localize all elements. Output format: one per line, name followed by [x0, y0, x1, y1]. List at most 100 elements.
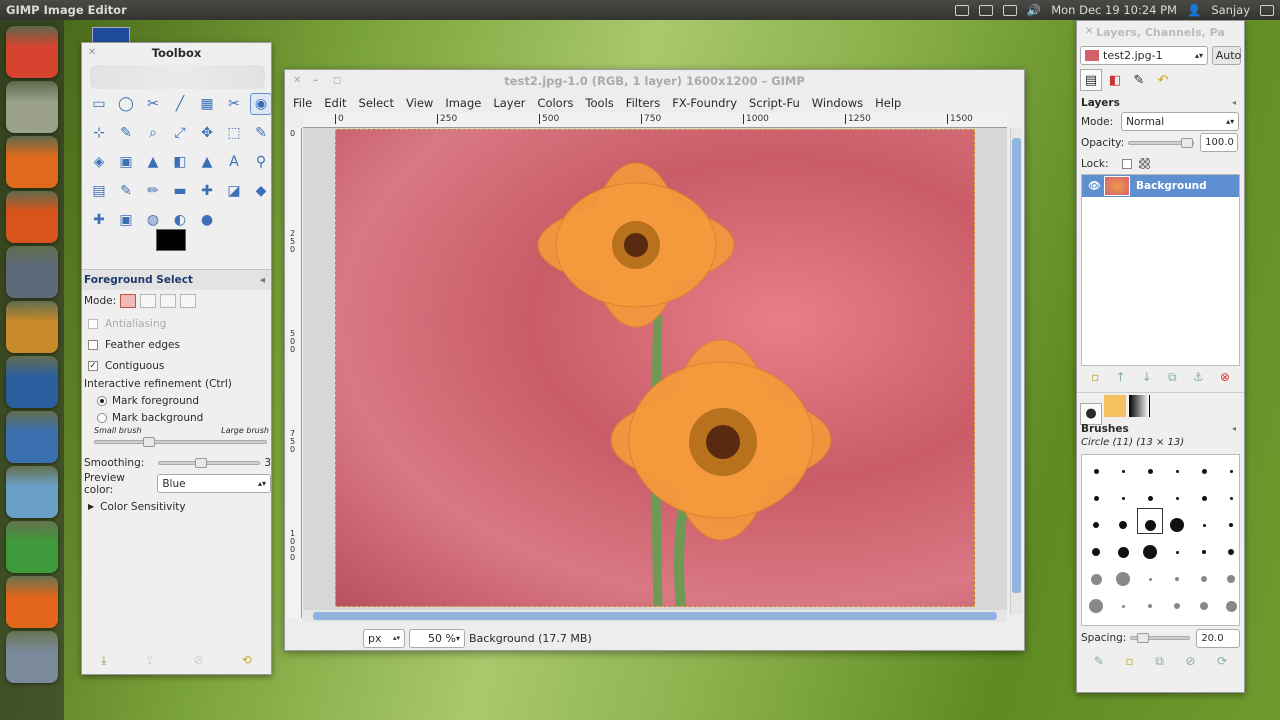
vertical-ruler[interactable]: 0 2 5 0 5 0 0 7 5 0 1 0 0 0 [287, 128, 302, 618]
menu-tools[interactable]: Tools [579, 96, 619, 110]
close-icon[interactable]: ✕ [1085, 26, 1093, 37]
menu-edit[interactable]: Edit [318, 96, 352, 110]
color-sensitivity-expander[interactable]: ▶ Color Sensitivity [82, 496, 271, 517]
eye-icon[interactable]: 👁 [1088, 181, 1101, 192]
antialiasing-row[interactable]: Antialiasing [82, 313, 271, 334]
session-icon[interactable] [1260, 4, 1274, 16]
channels-tab-icon[interactable]: ◧ [1104, 69, 1126, 91]
menu-colors[interactable]: Colors [531, 96, 579, 110]
spacing-slider[interactable] [1130, 633, 1191, 643]
brush-item[interactable] [1089, 599, 1103, 613]
brush-item[interactable] [1093, 522, 1099, 528]
mode-replace-button[interactable] [120, 293, 137, 308]
mail-icon[interactable] [978, 4, 993, 16]
brush-item[interactable] [1093, 495, 1099, 501]
menu-scriptfu[interactable]: Script-Fu [743, 96, 806, 110]
anchor-icon[interactable]: ⚓ [1193, 370, 1204, 384]
refresh-brushes-icon[interactable]: ⟳ [1217, 654, 1227, 668]
layers-tab-icon[interactable]: ▤ [1080, 69, 1102, 91]
home-folder-icon[interactable] [6, 81, 58, 133]
tool-button-30[interactable]: ◍ [142, 209, 164, 231]
brush-item[interactable] [1093, 468, 1099, 474]
brush-item[interactable] [1200, 602, 1208, 610]
brush-item[interactable] [1229, 496, 1233, 500]
synaptic-icon[interactable] [6, 246, 58, 298]
volume-icon[interactable]: 🔊 [1027, 3, 1041, 17]
lock-pixels-checkbox[interactable] [1122, 158, 1133, 169]
brush-size-knob[interactable] [143, 437, 155, 447]
brush-item[interactable] [1225, 600, 1237, 612]
spacing-input[interactable]: 20.0 [1196, 628, 1241, 648]
user-name[interactable]: Sanjay [1211, 3, 1250, 17]
unit-select[interactable]: px ▴▾ [363, 628, 405, 648]
tool-button-0[interactable]: ▭ [88, 93, 110, 115]
maximize-icon[interactable]: ◻ [333, 75, 341, 86]
brush-item[interactable] [1229, 469, 1233, 473]
brush-item[interactable] [1116, 572, 1130, 586]
color-swatches[interactable] [154, 229, 200, 263]
new-brush-icon[interactable]: ▫ [1125, 654, 1133, 668]
brush-item[interactable] [1228, 549, 1234, 555]
brush-item[interactable] [1119, 521, 1127, 529]
duplicate-brush-icon[interactable]: ⧉ [1155, 654, 1164, 669]
configure-icon[interactable]: ◂ [1232, 424, 1236, 433]
lower-layer-icon[interactable]: ↓ [1142, 370, 1152, 384]
menu-help[interactable]: Help [869, 96, 907, 110]
brush-grid[interactable] [1081, 454, 1240, 626]
tool-button-3[interactable]: ╱ [169, 93, 191, 115]
brush-item[interactable] [1092, 548, 1100, 556]
tool-button-25[interactable]: ✚ [196, 180, 218, 202]
ubuntu-icon[interactable] [6, 26, 58, 78]
gradients-tab-icon[interactable] [1128, 395, 1150, 417]
tool-button-6[interactable]: ◉ [250, 93, 272, 115]
brush-item[interactable] [1175, 496, 1179, 500]
toolbox-titlebar[interactable]: ✕ Toolbox [82, 43, 271, 63]
menu-select[interactable]: Select [353, 96, 400, 110]
mode-add-button[interactable] [140, 293, 157, 308]
image-canvas[interactable] [335, 129, 975, 607]
layer-list[interactable]: 👁 Background [1081, 174, 1240, 366]
menu-image[interactable]: Image [439, 96, 487, 110]
vertical-scrollbar[interactable] [1010, 128, 1022, 614]
undo-tab-icon[interactable]: ↶ [1152, 69, 1174, 91]
menu-layer[interactable]: Layer [487, 96, 531, 110]
chat-icon[interactable] [1002, 4, 1017, 16]
tool-button-17[interactable]: ◧ [169, 151, 191, 173]
mark-bg-radio[interactable] [97, 412, 107, 423]
brush-item[interactable] [1121, 496, 1125, 500]
tool-button-26[interactable]: ◪ [223, 180, 245, 202]
tool-button-4[interactable]: ▦ [196, 93, 218, 115]
brush-item[interactable] [1201, 576, 1207, 582]
brushes-tab-icon[interactable]: ● [1080, 402, 1102, 425]
smoothing-knob[interactable] [195, 457, 208, 468]
image-select[interactable]: test2.jpg-1 ▴▾ [1080, 45, 1208, 65]
tool-button-2[interactable]: ✂ [142, 93, 164, 115]
brush-item[interactable] [1121, 604, 1125, 608]
brush-item[interactable] [1090, 573, 1102, 585]
mark-bg-row[interactable]: Mark background [82, 409, 271, 426]
brush-item[interactable] [1201, 495, 1207, 501]
patterns-tab-icon[interactable] [1104, 395, 1126, 417]
tool-button-5[interactable]: ✂ [223, 93, 245, 115]
dock-titlebar[interactable]: ✕ Layers, Channels, Pa [1077, 21, 1244, 43]
tool-button-15[interactable]: ▣ [115, 151, 137, 173]
tool-button-22[interactable]: ✎ [115, 180, 137, 202]
datetime[interactable]: Mon Dec 19 10:24 PM [1051, 3, 1177, 17]
save-options-icon[interactable]: ⤓ [101, 653, 106, 668]
spacing-knob[interactable] [1137, 633, 1150, 643]
tool-button-10[interactable]: ⤢ [169, 122, 191, 144]
tool-button-13[interactable]: ✎ [250, 122, 272, 144]
zoom-select[interactable]: 50 % ▾ [409, 628, 465, 648]
horizontal-scroll-thumb[interactable] [313, 612, 997, 620]
reset-options-icon[interactable]: ⟲ [242, 653, 252, 668]
vertical-scroll-thumb[interactable] [1012, 138, 1021, 593]
tool-button-14[interactable]: ◈ [88, 151, 110, 173]
tool-button-7[interactable]: ⊹ [88, 122, 110, 144]
opacity-knob[interactable] [1181, 137, 1194, 148]
brush-item[interactable] [1175, 550, 1179, 554]
mode-intersect-button[interactable] [180, 293, 197, 308]
tool-button-27[interactable]: ◆ [250, 180, 272, 202]
tool-button-24[interactable]: ▬ [169, 180, 191, 202]
system-monitor-icon[interactable] [6, 356, 58, 408]
archive-icon[interactable] [6, 301, 58, 353]
